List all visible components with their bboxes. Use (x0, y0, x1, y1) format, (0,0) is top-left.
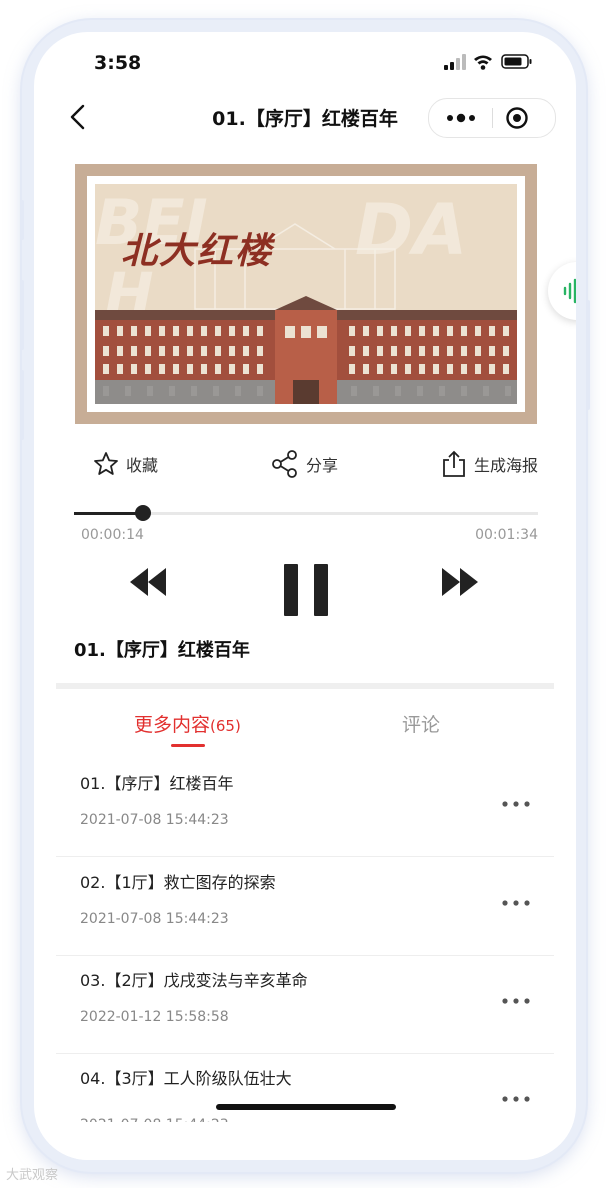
status-icons (444, 53, 534, 75)
bottom-mask (34, 1122, 576, 1160)
dots-icon (447, 113, 475, 123)
tab-more-label: 更多内容 (134, 714, 211, 736)
progress-knob[interactable] (135, 505, 152, 521)
list-item-date: 2021-07-08 15:44:23 (80, 812, 229, 828)
list-item[interactable]: 02.【1厅】救亡图存的探索 2021-07-08 15:44:23 (56, 857, 554, 956)
battery-icon (501, 54, 532, 69)
generate-poster-label: 生成海报 (474, 456, 539, 475)
phone-side-button (586, 300, 590, 410)
active-tab-indicator (171, 744, 205, 747)
close-mini-program-button[interactable] (505, 106, 529, 130)
progress-slider[interactable] (74, 505, 538, 521)
generate-poster-button[interactable]: 生成海报 (440, 444, 538, 484)
list-item[interactable]: 03.【2厅】戊戌变法与辛亥革命 2022-01-12 15:58:58 (56, 955, 554, 1054)
signal-icon (444, 54, 466, 70)
svg-text:DA: DA (355, 189, 467, 271)
share-label: 分享 (306, 456, 339, 475)
more-options-button[interactable] (443, 108, 479, 128)
episode-title: 01.【序厅】红楼百年 (74, 640, 250, 661)
list-item-date: 2022-01-12 15:58:58 (80, 1009, 229, 1025)
phone-side-button (20, 280, 24, 350)
pause-button[interactable] (282, 562, 330, 622)
capsule-divider (492, 108, 493, 128)
share-icon (272, 450, 297, 478)
rewind-icon (130, 568, 166, 596)
list-item-title: 04.【3厅】工人阶级队伍壮大 (80, 1069, 292, 1088)
list-item-title: 01.【序厅】红楼百年 (80, 774, 234, 793)
phone-side-button (20, 200, 24, 240)
status-bar: 3:58 (34, 32, 576, 92)
rewind-button[interactable] (126, 562, 170, 606)
phone-side-button (20, 370, 24, 440)
wifi-icon (474, 55, 492, 70)
screen: 3:58 01.【序厅】红楼百年 BEI DA H 北大红楼 收藏 分享 生成海… (34, 32, 576, 1160)
export-icon (443, 450, 465, 477)
tab-comments[interactable]: 评论 (402, 710, 440, 737)
target-close-icon (506, 107, 528, 129)
favorite-label: 收藏 (126, 456, 159, 475)
favorite-button[interactable]: 收藏 (92, 444, 158, 484)
more-dots-icon[interactable] (500, 798, 532, 810)
cover-illustration: BEI DA H 北大红楼 (95, 184, 517, 404)
list-item-title: 02.【1厅】救亡图存的探索 (80, 873, 276, 892)
action-bar: 收藏 分享 生成海报 (34, 444, 576, 484)
fast-forward-button[interactable] (438, 562, 482, 606)
star-icon (94, 452, 118, 475)
home-indicator[interactable] (216, 1104, 396, 1110)
fast-forward-icon (442, 568, 478, 596)
audio-float-button[interactable] (548, 262, 576, 320)
tab-more-count: (65) (210, 717, 241, 735)
mini-program-capsule (428, 98, 556, 138)
list-item-title: 03.【2厅】戊戌变法与辛亥革命 (80, 971, 308, 990)
progress-fill (74, 512, 144, 515)
section-divider (56, 683, 554, 689)
more-dots-icon[interactable] (500, 897, 532, 909)
more-dots-icon[interactable] (500, 1093, 532, 1105)
watermark: 大武观察 (6, 1168, 59, 1183)
status-time: 3:58 (94, 52, 142, 74)
cover-title: 北大红楼 (121, 231, 274, 272)
pause-icon (284, 564, 328, 616)
tab-more-content[interactable]: 更多内容(65) (134, 710, 241, 737)
nav-bar: 01.【序厅】红楼百年 (34, 92, 576, 142)
total-time: 00:01:34 (475, 527, 538, 543)
album-cover: BEI DA H 北大红楼 (75, 164, 537, 424)
sound-wave-icon (563, 278, 576, 304)
more-dots-icon[interactable] (500, 995, 532, 1007)
current-time: 00:00:14 (81, 527, 144, 543)
list-item[interactable]: 01.【序厅】红楼百年 2021-07-08 15:44:23 (56, 758, 554, 857)
list-item-date: 2021-07-08 15:44:23 (80, 911, 229, 927)
share-button[interactable]: 分享 (270, 444, 338, 484)
cover-frame: BEI DA H 北大红楼 (87, 176, 525, 412)
